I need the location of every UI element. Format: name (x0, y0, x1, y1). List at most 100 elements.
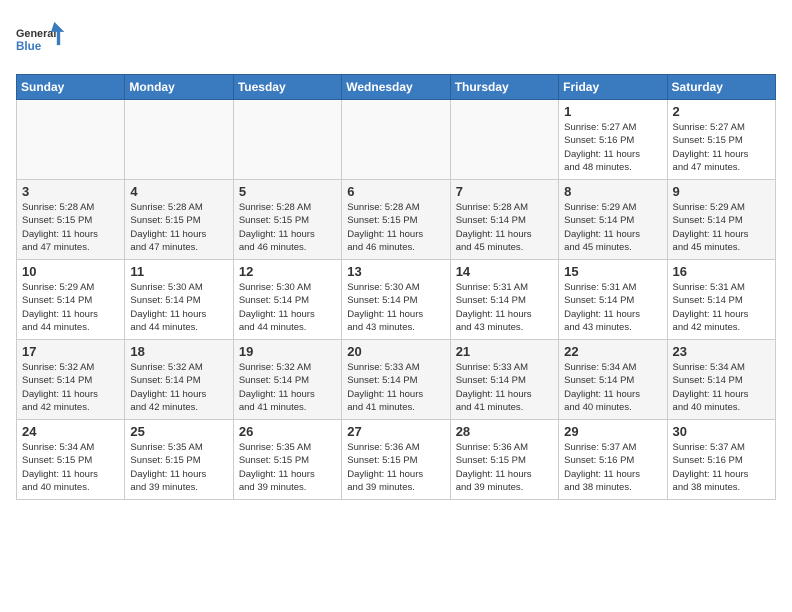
day-number: 22 (564, 344, 661, 359)
calendar-body: 1 Sunrise: 5:27 AM Sunset: 5:16 PM Daylig… (17, 100, 776, 500)
cell-info: Sunrise: 5:35 AM Sunset: 5:15 PM Dayligh… (239, 441, 336, 494)
cell-info: Sunrise: 5:28 AM Sunset: 5:15 PM Dayligh… (347, 201, 444, 254)
day-number: 8 (564, 184, 661, 199)
week-row-3: 10Sunrise: 5:29 AM Sunset: 5:14 PM Dayli… (17, 260, 776, 340)
cell-info: Sunrise: 5:32 AM Sunset: 5:14 PM Dayligh… (130, 361, 227, 414)
cell-info: Sunrise: 5:29 AM Sunset: 5:14 PM Dayligh… (673, 201, 770, 254)
day-number: 21 (456, 344, 553, 359)
calendar-cell: 3 Sunrise: 5:28 AM Sunset: 5:15 PM Daylig… (17, 180, 125, 260)
cell-info: Sunrise: 5:30 AM Sunset: 5:14 PM Dayligh… (347, 281, 444, 334)
cell-info: Sunrise: 5:31 AM Sunset: 5:14 PM Dayligh… (673, 281, 770, 334)
calendar-cell: 19 Sunrise: 5:32 AM Sunset: 5:14 PM Dayli… (233, 340, 341, 420)
day-number: 20 (347, 344, 444, 359)
calendar-cell: 28Sunrise: 5:36 AM Sunset: 5:15 PM Dayli… (450, 420, 558, 500)
cell-info: Sunrise: 5:31 AM Sunset: 5:14 PM Dayligh… (564, 281, 661, 334)
calendar-cell: 26 Sunrise: 5:35 AM Sunset: 5:15 PM Dayli… (233, 420, 341, 500)
calendar-cell: 17 Sunrise: 5:32 AM Sunset: 5:14 PM Dayli… (17, 340, 125, 420)
calendar-header: SundayMondayTuesdayWednesdayThursdayFrid… (17, 75, 776, 100)
calendar-cell: 13Sunrise: 5:30 AM Sunset: 5:14 PM Dayli… (342, 260, 450, 340)
calendar-cell: 7 Sunrise: 5:28 AM Sunset: 5:14 PM Daylig… (450, 180, 558, 260)
calendar-cell: 25 Sunrise: 5:35 AM Sunset: 5:15 PM Dayli… (125, 420, 233, 500)
day-number: 16 (673, 264, 770, 279)
cell-info: Sunrise: 5:33 AM Sunset: 5:14 PM Dayligh… (456, 361, 553, 414)
day-number: 7 (456, 184, 553, 199)
cell-info: Sunrise: 5:32 AM Sunset: 5:14 PM Dayligh… (239, 361, 336, 414)
day-number: 23 (673, 344, 770, 359)
calendar-cell (233, 100, 341, 180)
weekday-header-thursday: Thursday (450, 75, 558, 100)
day-number: 12 (239, 264, 336, 279)
calendar-cell: 4 Sunrise: 5:28 AM Sunset: 5:15 PM Daylig… (125, 180, 233, 260)
calendar-cell: 27Sunrise: 5:36 AM Sunset: 5:15 PM Dayli… (342, 420, 450, 500)
day-number: 4 (130, 184, 227, 199)
cell-info: Sunrise: 5:27 AM Sunset: 5:15 PM Dayligh… (673, 121, 770, 174)
cell-info: Sunrise: 5:31 AM Sunset: 5:14 PM Dayligh… (456, 281, 553, 334)
calendar-cell (125, 100, 233, 180)
calendar-cell (17, 100, 125, 180)
cell-info: Sunrise: 5:36 AM Sunset: 5:15 PM Dayligh… (347, 441, 444, 494)
week-row-5: 24Sunrise: 5:34 AM Sunset: 5:15 PM Dayli… (17, 420, 776, 500)
calendar-cell: 22 Sunrise: 5:34 AM Sunset: 5:14 PM Dayli… (559, 340, 667, 420)
calendar-cell: 24Sunrise: 5:34 AM Sunset: 5:15 PM Dayli… (17, 420, 125, 500)
cell-info: Sunrise: 5:34 AM Sunset: 5:14 PM Dayligh… (673, 361, 770, 414)
day-number: 29 (564, 424, 661, 439)
calendar-cell: 9 Sunrise: 5:29 AM Sunset: 5:14 PM Daylig… (667, 180, 775, 260)
calendar-cell (342, 100, 450, 180)
svg-text:General: General (16, 28, 56, 40)
day-number: 9 (673, 184, 770, 199)
week-row-1: 1 Sunrise: 5:27 AM Sunset: 5:16 PM Daylig… (17, 100, 776, 180)
calendar-cell: 20 Sunrise: 5:33 AM Sunset: 5:14 PM Dayli… (342, 340, 450, 420)
calendar-cell: 8 Sunrise: 5:29 AM Sunset: 5:14 PM Daylig… (559, 180, 667, 260)
cell-info: Sunrise: 5:28 AM Sunset: 5:14 PM Dayligh… (456, 201, 553, 254)
weekday-header-monday: Monday (125, 75, 233, 100)
day-number: 14 (456, 264, 553, 279)
day-number: 15 (564, 264, 661, 279)
weekday-header-wednesday: Wednesday (342, 75, 450, 100)
calendar-cell: 30 Sunrise: 5:37 AM Sunset: 5:16 PM Dayli… (667, 420, 775, 500)
week-row-4: 17 Sunrise: 5:32 AM Sunset: 5:14 PM Dayli… (17, 340, 776, 420)
cell-info: Sunrise: 5:35 AM Sunset: 5:15 PM Dayligh… (130, 441, 227, 494)
svg-text:Blue: Blue (16, 40, 42, 53)
week-row-2: 3 Sunrise: 5:28 AM Sunset: 5:15 PM Daylig… (17, 180, 776, 260)
cell-info: Sunrise: 5:27 AM Sunset: 5:16 PM Dayligh… (564, 121, 661, 174)
calendar-cell: 15 Sunrise: 5:31 AM Sunset: 5:14 PM Dayli… (559, 260, 667, 340)
day-number: 2 (673, 104, 770, 119)
day-number: 26 (239, 424, 336, 439)
day-number: 1 (564, 104, 661, 119)
cell-info: Sunrise: 5:32 AM Sunset: 5:14 PM Dayligh… (22, 361, 119, 414)
page-header: General Blue (16, 16, 776, 66)
day-number: 18 (130, 344, 227, 359)
cell-info: Sunrise: 5:37 AM Sunset: 5:16 PM Dayligh… (673, 441, 770, 494)
day-number: 30 (673, 424, 770, 439)
weekday-header-saturday: Saturday (667, 75, 775, 100)
day-number: 3 (22, 184, 119, 199)
calendar-cell: 18 Sunrise: 5:32 AM Sunset: 5:14 PM Dayli… (125, 340, 233, 420)
weekday-row: SundayMondayTuesdayWednesdayThursdayFrid… (17, 75, 776, 100)
cell-info: Sunrise: 5:30 AM Sunset: 5:14 PM Dayligh… (130, 281, 227, 334)
day-number: 19 (239, 344, 336, 359)
day-number: 25 (130, 424, 227, 439)
calendar-cell: 1 Sunrise: 5:27 AM Sunset: 5:16 PM Daylig… (559, 100, 667, 180)
calendar-cell: 10Sunrise: 5:29 AM Sunset: 5:14 PM Dayli… (17, 260, 125, 340)
day-number: 17 (22, 344, 119, 359)
calendar-cell: 6 Sunrise: 5:28 AM Sunset: 5:15 PM Daylig… (342, 180, 450, 260)
calendar-cell: 12 Sunrise: 5:30 AM Sunset: 5:14 PM Dayli… (233, 260, 341, 340)
day-number: 28 (456, 424, 553, 439)
calendar-cell (450, 100, 558, 180)
weekday-header-tuesday: Tuesday (233, 75, 341, 100)
cell-info: Sunrise: 5:28 AM Sunset: 5:15 PM Dayligh… (22, 201, 119, 254)
day-number: 11 (130, 264, 227, 279)
cell-info: Sunrise: 5:34 AM Sunset: 5:14 PM Dayligh… (564, 361, 661, 414)
cell-info: Sunrise: 5:37 AM Sunset: 5:16 PM Dayligh… (564, 441, 661, 494)
logo: General Blue (16, 16, 66, 66)
day-number: 6 (347, 184, 444, 199)
day-number: 5 (239, 184, 336, 199)
cell-info: Sunrise: 5:33 AM Sunset: 5:14 PM Dayligh… (347, 361, 444, 414)
cell-info: Sunrise: 5:30 AM Sunset: 5:14 PM Dayligh… (239, 281, 336, 334)
day-number: 10 (22, 264, 119, 279)
calendar-cell: 23 Sunrise: 5:34 AM Sunset: 5:14 PM Dayli… (667, 340, 775, 420)
cell-info: Sunrise: 5:29 AM Sunset: 5:14 PM Dayligh… (564, 201, 661, 254)
day-number: 24 (22, 424, 119, 439)
calendar-cell: 21 Sunrise: 5:33 AM Sunset: 5:14 PM Dayli… (450, 340, 558, 420)
cell-info: Sunrise: 5:28 AM Sunset: 5:15 PM Dayligh… (130, 201, 227, 254)
